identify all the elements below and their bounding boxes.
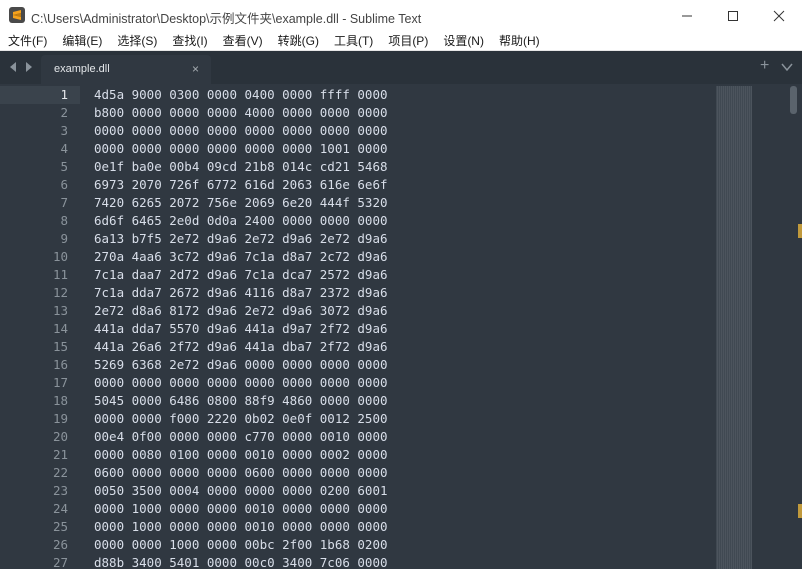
- line-number: 12: [52, 285, 68, 300]
- code-line[interactable]: 0000 0000 1000 0000 00bc 2f00 1b68 0200: [94, 536, 388, 554]
- code-line[interactable]: 0000 1000 0000 0000 0010 0000 0000 0000: [94, 500, 388, 518]
- line-number: 27: [52, 555, 68, 569]
- window-title: C:\Users\Administrator\Desktop\示例文件夹\exa…: [31, 12, 422, 26]
- line-number: 25: [52, 519, 68, 534]
- code-line[interactable]: 0050 3500 0004 0000 0000 0000 0200 6001: [94, 482, 388, 500]
- scrollbar-marker: [798, 224, 802, 238]
- line-number: 3: [60, 123, 68, 138]
- line-number: 15: [52, 339, 68, 354]
- line-number: 26: [52, 537, 68, 552]
- minimap-viewport[interactable]: [716, 86, 752, 569]
- code-line[interactable]: 5045 0000 6486 0800 88f9 4860 0000 0000: [94, 392, 388, 410]
- line-number: 13: [52, 303, 68, 318]
- menu-help[interactable]: 帮助(H): [491, 31, 547, 51]
- tab-example-dll[interactable]: example.dll ×: [41, 55, 211, 84]
- line-number: 7: [60, 195, 68, 210]
- maximize-button[interactable]: [710, 0, 756, 31]
- line-number: 16: [52, 357, 68, 372]
- code-line[interactable]: b800 0000 0000 0000 4000 0000 0000 0000: [94, 104, 388, 122]
- menu-project[interactable]: 项目(P): [380, 31, 435, 51]
- code-line[interactable]: 6d6f 6465 2e0d 0d0a 2400 0000 0000 0000: [94, 212, 388, 230]
- close-icon: [773, 10, 785, 21]
- scrollbar-marker: [798, 504, 802, 518]
- code-line[interactable]: 0000 0000 0000 0000 0000 0000 0000 0000: [94, 122, 388, 140]
- code-line[interactable]: 6a13 b7f5 2e72 d9a6 2e72 d9a6 2e72 d9a6: [94, 230, 388, 248]
- tab-close-icon[interactable]: ×: [192, 62, 199, 76]
- menu-goto[interactable]: 转跳(G): [270, 31, 326, 51]
- code-line[interactable]: 0000 0000 f000 2220 0b02 0e0f 0012 2500: [94, 410, 388, 428]
- line-number: 20: [52, 429, 68, 444]
- tab-bar: example.dll × +: [0, 51, 802, 84]
- menu-bar: 文件(F) 编辑(E) 选择(S) 查找(I) 查看(V) 转跳(G) 工具(T…: [0, 31, 802, 51]
- menu-selection[interactable]: 选择(S): [109, 31, 164, 51]
- line-number: 18: [52, 393, 68, 408]
- minimize-button[interactable]: [664, 0, 710, 31]
- code-line[interactable]: 00e4 0f00 0000 0000 c770 0000 0010 0000: [94, 428, 388, 446]
- code-line[interactable]: 7420 6265 2072 756e 2069 6e20 444f 5320: [94, 194, 388, 212]
- chevron-down-icon[interactable]: [780, 60, 794, 74]
- previous-tab-icon[interactable]: [8, 60, 18, 74]
- sublime-text-logo-icon: [9, 7, 25, 23]
- code-line[interactable]: 270a 4aa6 3c72 d9a6 7c1a d8a7 2c72 d9a6: [94, 248, 388, 266]
- line-number: 11: [52, 267, 68, 282]
- menu-view[interactable]: 查看(V): [215, 31, 270, 51]
- line-number: 21: [52, 447, 68, 462]
- tab-navigation: [8, 60, 38, 74]
- line-number-gutter: 1 2 3 4 5 6 7 8 9 10 11 12 13 14 15 16 17 18 19 20 21 22 23 24 2…: [0, 86, 80, 569]
- menu-edit[interactable]: 编辑(E): [54, 31, 109, 51]
- editor-area[interactable]: 1 2 3 4 5 6 7 8 9 10 11 12 13 14 15 16 17 18 19 20 21 22 23 24 2…: [0, 84, 802, 569]
- menu-preferences[interactable]: 设置(N): [435, 31, 491, 51]
- minimap[interactable]: [716, 86, 752, 569]
- code-line[interactable]: 0000 0080 0100 0000 0010 0000 0002 0000: [94, 446, 388, 464]
- code-line[interactable]: 441a 26a6 2f72 d9a6 441a dba7 2f72 d9a6: [94, 338, 388, 356]
- next-tab-icon[interactable]: [24, 60, 34, 74]
- tab-label: example.dll: [54, 63, 110, 75]
- line-number: 8: [60, 213, 68, 228]
- code-line[interactable]: 6973 2070 726f 6772 616d 2063 616e 6e6f: [94, 176, 388, 194]
- line-number: 2: [60, 105, 68, 120]
- code-line[interactable]: 5269 6368 2e72 d9a6 0000 0000 0000 0000: [94, 356, 388, 374]
- close-button[interactable]: [756, 0, 802, 31]
- code-line[interactable]: 0600 0000 0000 0000 0600 0000 0000 0000: [94, 464, 388, 482]
- code-line[interactable]: 2e72 d8a6 8172 d9a6 2e72 d9a6 3072 d9a6: [94, 302, 388, 320]
- maximize-icon: [728, 10, 738, 21]
- menu-file[interactable]: 文件(F): [0, 31, 54, 51]
- line-number: 14: [52, 321, 68, 336]
- code-line[interactable]: d88b 3400 5401 0000 00c0 3400 7c06 0000: [94, 554, 388, 569]
- code-view[interactable]: 4d5a 9000 0300 0000 0400 0000 ffff 0000 b…: [94, 86, 388, 569]
- line-number: 24: [52, 501, 68, 516]
- new-tab-icon[interactable]: +: [760, 57, 769, 75]
- line-number: 5: [60, 159, 68, 174]
- line-number: 10: [52, 249, 68, 264]
- line-number: 17: [52, 375, 68, 390]
- code-line[interactable]: 441a dda7 5570 d9a6 441a d9a7 2f72 d9a6: [94, 320, 388, 338]
- line-number: 1: [0, 86, 80, 104]
- line-number: 4: [60, 141, 68, 156]
- menu-find[interactable]: 查找(I): [164, 31, 214, 51]
- line-number: 9: [60, 231, 68, 246]
- code-line[interactable]: 0000 1000 0000 0000 0010 0000 0000 0000: [94, 518, 388, 536]
- vertical-scrollbar[interactable]: [790, 86, 797, 114]
- code-line[interactable]: 4d5a 9000 0300 0000 0400 0000 ffff 0000: [94, 86, 388, 104]
- line-number: 22: [52, 465, 68, 480]
- minimize-icon: [682, 15, 692, 16]
- line-number: 19: [52, 411, 68, 426]
- title-bar: C:\Users\Administrator\Desktop\示例文件夹\exa…: [0, 0, 802, 31]
- menu-tools[interactable]: 工具(T): [326, 31, 380, 51]
- line-number: 23: [52, 483, 68, 498]
- code-line[interactable]: 7c1a daa7 2d72 d9a6 7c1a dca7 2572 d9a6: [94, 266, 388, 284]
- code-line[interactable]: 0000 0000 0000 0000 0000 0000 1001 0000: [94, 140, 388, 158]
- code-line[interactable]: 0000 0000 0000 0000 0000 0000 0000 0000: [94, 374, 388, 392]
- line-number: 6: [60, 177, 68, 192]
- code-line[interactable]: 0e1f ba0e 00b4 09cd 21b8 014c cd21 5468: [94, 158, 388, 176]
- code-line[interactable]: 7c1a dda7 2672 d9a6 4116 d8a7 2372 d9a6: [94, 284, 388, 302]
